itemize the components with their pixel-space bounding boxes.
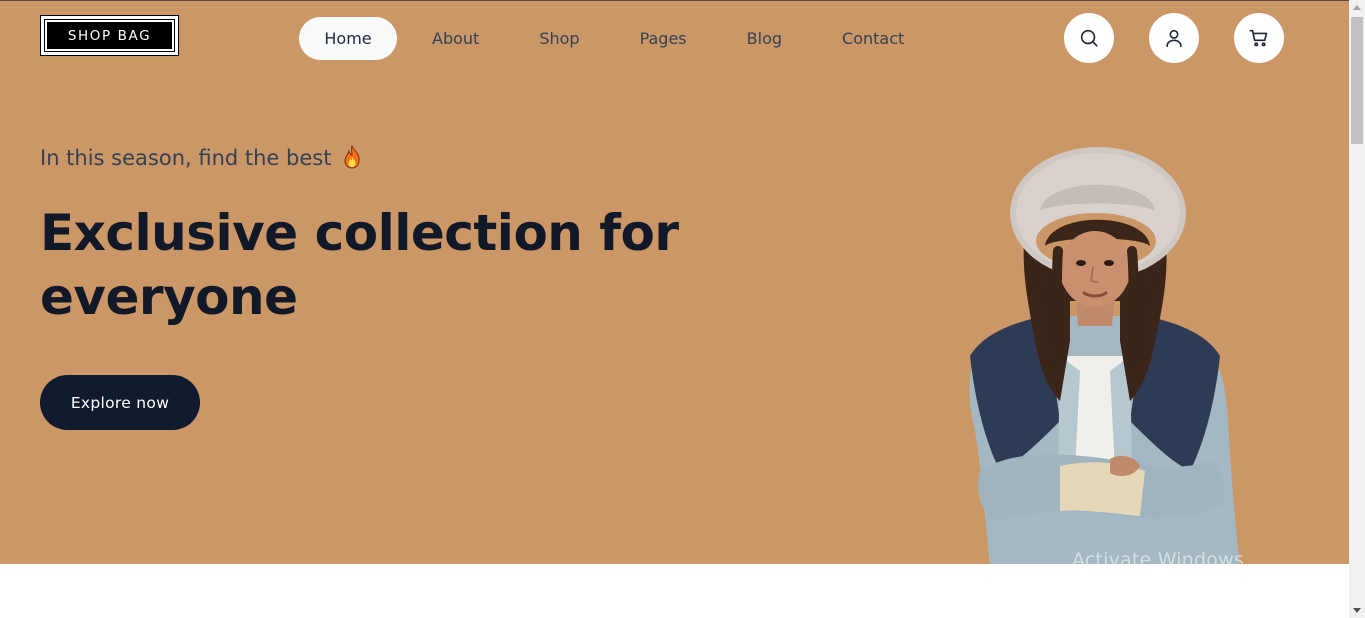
fire-icon [344,145,360,169]
nav-item-home[interactable]: Home [299,17,397,60]
cart-button[interactable] [1234,13,1284,63]
nav-item-contact[interactable]: Contact [817,17,929,60]
user-icon [1166,29,1182,48]
logo-text: SHOP BAG [67,27,152,44]
hero-subtitle: In this season, find the best [40,145,362,170]
search-icon [1080,29,1098,47]
scroll-up-arrow[interactable] [1353,5,1361,10]
nav-item-pages[interactable]: Pages [615,17,712,60]
cart-icon [1249,29,1268,47]
logo-inner: SHOP BAG [44,19,175,52]
search-button[interactable] [1064,13,1114,63]
hero-section: SHOP BAG Home About Shop Pages Blog Cont… [0,1,1349,564]
hero-headline: Exclusive collection for everyone [40,204,679,326]
woman-in-hat-photo [969,147,1240,564]
scroll-down-arrow[interactable] [1353,608,1361,613]
page-scrollbar[interactable] [1349,0,1365,618]
nav-item-blog[interactable]: Blog [722,17,807,60]
main-nav: Home About Shop Pages Blog Contact [299,17,939,60]
account-button[interactable] [1149,13,1199,63]
os-activation-watermark: Activate Windows [1072,549,1244,564]
hero-subtitle-text: In this season, find the best [40,146,332,170]
logo[interactable]: SHOP BAG [40,15,179,56]
nav-item-shop[interactable]: Shop [514,17,604,60]
scroll-thumb[interactable] [1351,17,1363,144]
explore-now-button[interactable]: Explore now [40,375,200,430]
nav-item-about[interactable]: About [407,17,504,60]
